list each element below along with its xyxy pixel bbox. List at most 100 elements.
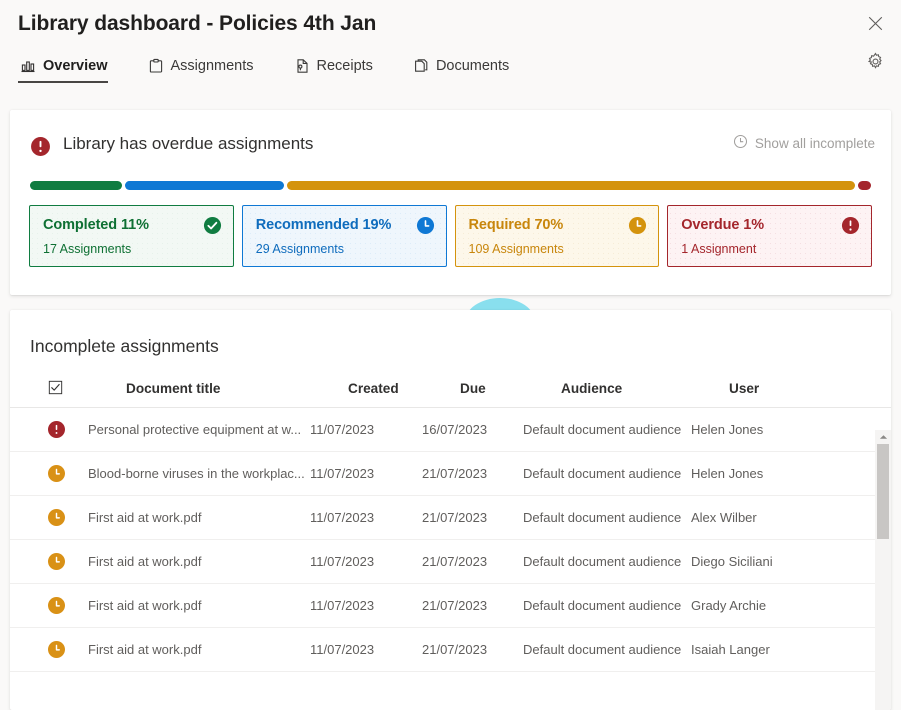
row-status: [48, 641, 88, 658]
tab-overview-label: Overview: [43, 58, 108, 74]
gear-icon: [866, 52, 885, 76]
alert-banner: Library has overdue assignments Show all…: [10, 132, 891, 162]
stat-card-required-subtitle: 109 Assignments: [469, 242, 564, 256]
cell-document-title: First aid at work.pdf: [88, 554, 310, 569]
scrollbar-thumb[interactable]: [877, 444, 889, 539]
tab-assignments[interactable]: Assignments: [144, 54, 268, 83]
window-header: Library dashboard - Policies 4th Jan: [0, 0, 901, 98]
cell-due: 21/07/2023: [422, 598, 523, 613]
error-circle-icon: [841, 216, 860, 240]
table-scrollbar[interactable]: [875, 430, 891, 710]
row-status: [48, 421, 88, 438]
cell-document-title: Blood-borne viruses in the workplac...: [88, 466, 310, 481]
settings-button[interactable]: [859, 48, 891, 80]
cell-audience: Default document audience: [523, 422, 691, 437]
cell-audience: Default document audience: [523, 598, 691, 613]
tab-assignments-label: Assignments: [171, 58, 254, 74]
cell-user: Isaiah Langer: [691, 642, 861, 657]
tab-receipts[interactable]: Receipts: [290, 54, 387, 83]
clock-circle-icon: [48, 553, 65, 570]
page-title: Library dashboard - Policies 4th Jan: [18, 12, 376, 36]
column-header-audience[interactable]: Audience: [561, 381, 729, 396]
cell-user: Diego Siciliani: [691, 554, 861, 569]
error-circle-icon: [48, 421, 65, 438]
clock-circle-icon: [628, 216, 647, 240]
summary-panel: Library has overdue assignments Show all…: [10, 110, 891, 295]
cell-document-title: First aid at work.pdf: [88, 642, 310, 657]
stat-card-completed-title: Completed 11%: [43, 217, 221, 233]
tab-bar: Overview Assignments: [16, 54, 545, 83]
table-row[interactable]: Personal protective equipment at w... 11…: [10, 408, 891, 452]
show-all-incomplete-link[interactable]: Show all incomplete: [733, 134, 875, 152]
alert-text: Library has overdue assignments: [63, 132, 313, 156]
clock-icon: [733, 134, 748, 152]
documents-icon: [413, 58, 429, 74]
column-header-created[interactable]: Created: [348, 381, 460, 396]
tab-overview[interactable]: Overview: [16, 54, 122, 83]
table-row[interactable]: First aid at work.pdf 11/07/2023 21/07/2…: [10, 496, 891, 540]
assignments-table: Document title Created Due Audience User…: [10, 370, 891, 710]
cell-user: Helen Jones: [691, 466, 861, 481]
stat-card-list: Completed 11% 17 Assignments Recommended…: [29, 205, 872, 267]
stat-card-overdue-subtitle: 1 Assignment: [681, 242, 756, 256]
status-progress-bar: [30, 180, 871, 190]
stat-card-required[interactable]: Required 70% 109 Assignments: [455, 205, 660, 267]
cell-user: Grady Archie: [691, 598, 861, 613]
cell-document-title: First aid at work.pdf: [88, 598, 310, 613]
error-circle-icon: [30, 136, 51, 162]
progress-segment-overdue: [858, 181, 871, 190]
stat-card-overdue[interactable]: Overdue 1% 1 Assignment: [667, 205, 872, 267]
clock-circle-icon: [48, 509, 65, 526]
check-circle-icon: [203, 216, 222, 240]
table-header-row: Document title Created Due Audience User: [10, 370, 891, 408]
table-row[interactable]: First aid at work.pdf 11/07/2023 21/07/2…: [10, 540, 891, 584]
cell-audience: Default document audience: [523, 510, 691, 525]
stat-card-completed[interactable]: Completed 11% 17 Assignments: [29, 205, 234, 267]
progress-segment-recommended: [125, 181, 284, 190]
table-row[interactable]: Blood-borne viruses in the workplac... 1…: [10, 452, 891, 496]
cell-audience: Default document audience: [523, 466, 691, 481]
row-status: [48, 597, 88, 614]
clock-circle-icon: [48, 465, 65, 482]
cell-user: Helen Jones: [691, 422, 861, 437]
cell-document-title: Personal protective equipment at w...: [88, 422, 310, 437]
table-row[interactable]: First aid at work.pdf 11/07/2023 21/07/2…: [10, 584, 891, 628]
incomplete-assignments-panel: Incomplete assignments Document title Cr…: [10, 310, 891, 710]
cell-audience: Default document audience: [523, 554, 691, 569]
stat-card-recommended-subtitle: 29 Assignments: [256, 242, 344, 256]
checkbox-checked-icon: [48, 380, 63, 398]
clock-circle-icon: [48, 641, 65, 658]
stat-card-required-title: Required 70%: [469, 217, 647, 233]
cell-due: 21/07/2023: [422, 510, 523, 525]
cell-document-title: First aid at work.pdf: [88, 510, 310, 525]
cell-audience: Default document audience: [523, 642, 691, 657]
cell-created: 11/07/2023: [310, 642, 422, 657]
cell-created: 11/07/2023: [310, 598, 422, 613]
tab-receipts-label: Receipts: [317, 58, 373, 74]
row-status: [48, 509, 88, 526]
select-all-checkbox[interactable]: [10, 380, 126, 398]
clipboard-icon: [148, 58, 164, 74]
receipt-icon: [294, 58, 310, 74]
clock-circle-icon: [48, 597, 65, 614]
column-header-due[interactable]: Due: [460, 381, 561, 396]
cell-created: 11/07/2023: [310, 510, 422, 525]
column-header-document-title[interactable]: Document title: [126, 381, 348, 396]
cell-due: 21/07/2023: [422, 466, 523, 481]
tab-documents[interactable]: Documents: [409, 54, 523, 83]
cell-user: Alex Wilber: [691, 510, 861, 525]
stat-card-recommended[interactable]: Recommended 19% 29 Assignments: [242, 205, 447, 267]
column-header-user[interactable]: User: [729, 381, 891, 396]
close-button[interactable]: [859, 10, 891, 42]
scroll-up-icon[interactable]: [875, 430, 891, 444]
close-icon: [868, 16, 883, 36]
row-status: [48, 465, 88, 482]
bar-chart-icon: [20, 58, 36, 74]
row-status: [48, 553, 88, 570]
table-row[interactable]: First aid at work.pdf 11/07/2023 21/07/2…: [10, 628, 891, 672]
progress-segment-completed: [30, 181, 122, 190]
cell-due: 16/07/2023: [422, 422, 523, 437]
cell-created: 11/07/2023: [310, 422, 422, 437]
tab-documents-label: Documents: [436, 58, 509, 74]
show-all-incomplete-label: Show all incomplete: [755, 136, 875, 151]
